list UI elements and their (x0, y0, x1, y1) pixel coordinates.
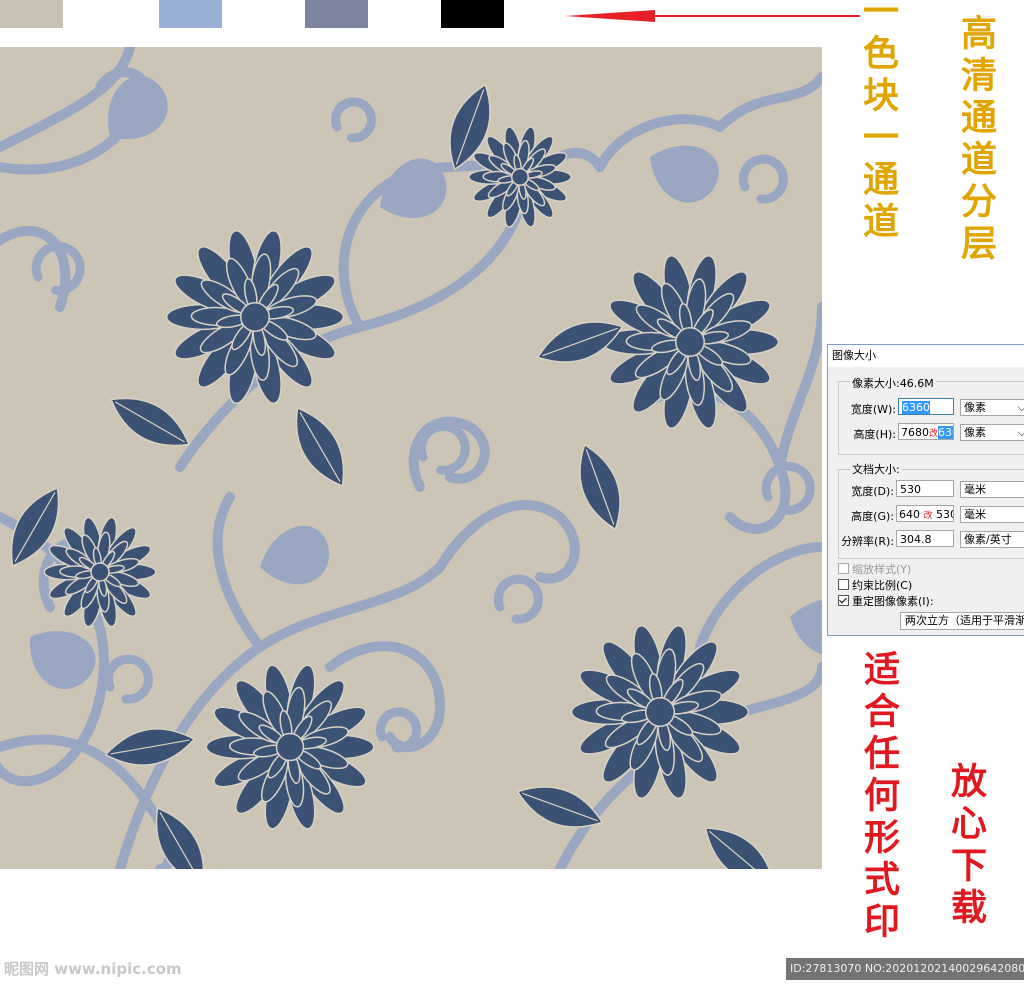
height-unit-select[interactable]: 像素⌵ (960, 424, 1024, 441)
width-label: 宽度(W): (850, 403, 896, 416)
scale-styles-checkbox[interactable]: 缩放样式(Y) (838, 561, 911, 577)
document-size-label: 文档大小: (850, 461, 902, 477)
width-input[interactable]: 6360 (898, 398, 954, 415)
floral-pattern-image (0, 47, 822, 869)
resample-method-select[interactable]: 两次立方（适用于平滑渐变 (900, 612, 1024, 630)
nipic-watermark: 昵图网 www.nipic.com (4, 960, 182, 978)
height-input[interactable]: 7680改6360 (898, 423, 954, 440)
resample-image-checkbox[interactable]: 重定图像像素(I): (838, 593, 934, 609)
doc-width-unit-select[interactable]: 毫米 (960, 481, 1024, 498)
safe-download-text: 放心下载 (945, 762, 987, 930)
left-arrow-icon (565, 10, 860, 22)
color-swatch-light-blue (159, 0, 222, 28)
doc-height-label: 高度(G): (851, 510, 894, 523)
resolution-input[interactable]: 304.8 (896, 530, 954, 547)
chevron-down-icon: ⌵ (1018, 400, 1024, 415)
chevron-down-icon: ⌵ (1018, 425, 1024, 440)
width-unit-select[interactable]: 像素⌵ (960, 399, 1024, 416)
pixel-dimensions-group (838, 381, 1024, 455)
resolution-label: 分辨率(R): (841, 535, 894, 548)
constrain-proportions-checkbox[interactable]: 约束比例(C) (838, 577, 912, 593)
channel-per-color-text: 一色块一通道 (857, 0, 899, 244)
image-id-bar: ID:27813070 NO:20201202140029642080 (786, 958, 1024, 980)
color-swatch-beige (0, 0, 63, 28)
hd-layered-text: 高清通道分层 (955, 14, 997, 266)
color-swatch-gray-blue (305, 0, 368, 28)
doc-width-input[interactable]: 530 (896, 480, 954, 497)
doc-width-label: 宽度(D): (851, 485, 894, 498)
image-size-dialog: 图像大小 像素大小:46.6M 宽度(W): 6360 像素⌵ 高度(H): 7… (827, 344, 1024, 636)
doc-height-unit-select[interactable]: 毫米 (960, 506, 1024, 523)
pixel-dimensions-label: 像素大小:46.6M (850, 375, 936, 391)
suitable-any-print-text: 适合任何形式印 (858, 650, 900, 944)
doc-height-input[interactable]: 640 改 530 (896, 505, 954, 522)
height-label: 高度(H): (853, 428, 896, 441)
color-swatch-black (441, 0, 504, 28)
resolution-unit-select[interactable]: 像素/英寸 (960, 531, 1024, 548)
dialog-title: 图像大小 (828, 345, 1024, 367)
